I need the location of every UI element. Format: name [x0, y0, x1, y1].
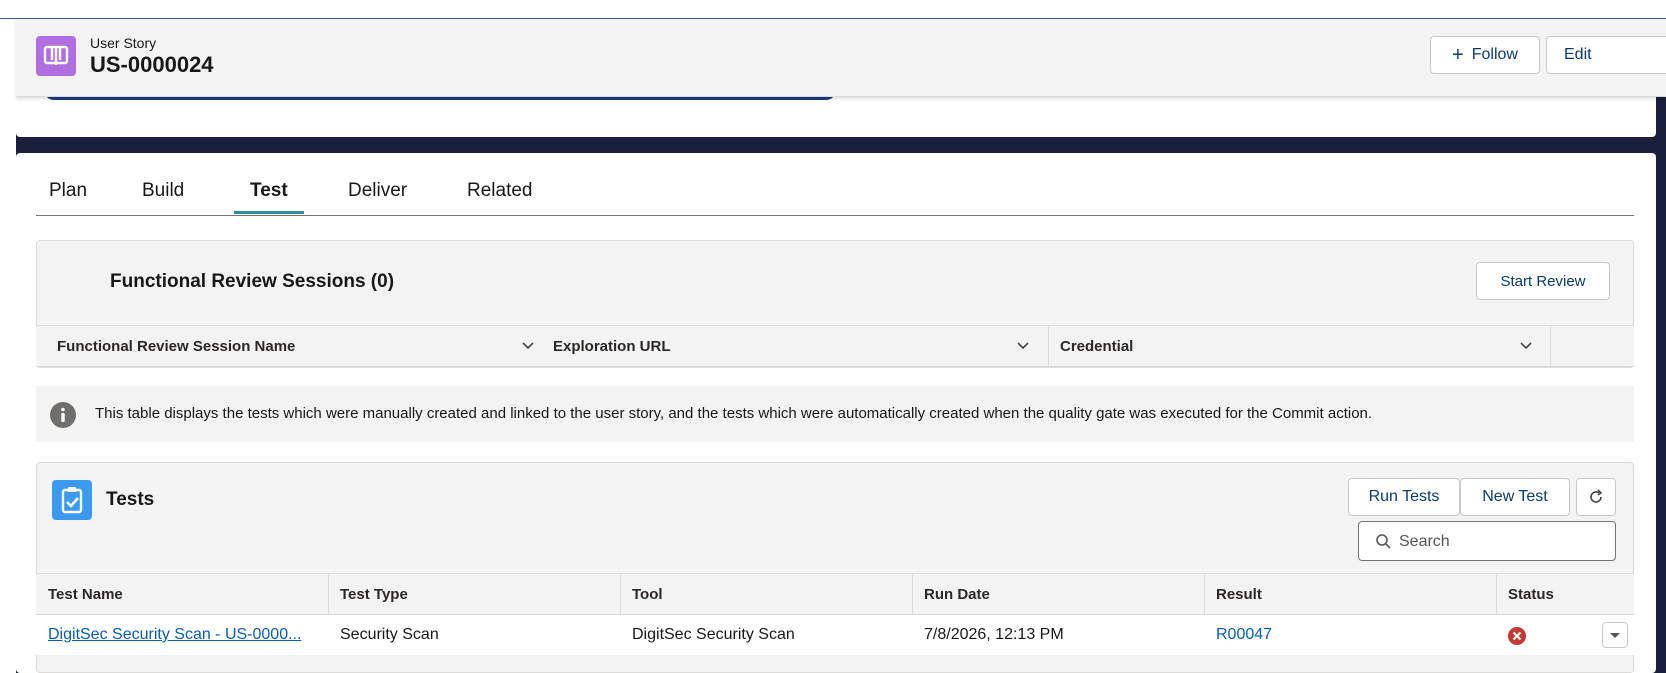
column-header-test-type[interactable]: Test Type [340, 574, 408, 614]
test-type-cell: Security Scan [340, 626, 439, 643]
clipboard-check-icon [52, 480, 92, 520]
info-banner: This table displays the tests which were… [36, 386, 1634, 442]
refresh-icon [1590, 489, 1603, 503]
start-review-button[interactable]: Start Review [1476, 262, 1610, 300]
follow-label: Follow [1471, 46, 1518, 63]
info-icon [50, 402, 76, 428]
chevron-down-icon [1610, 633, 1620, 638]
column-header-tool[interactable]: Tool [632, 574, 663, 614]
result-link[interactable]: R00047 [1216, 615, 1272, 655]
tests-title: Tests [106, 489, 155, 510]
tab-bar: Plan Build Test Deliver Related [36, 172, 1634, 216]
refresh-button[interactable] [1576, 478, 1616, 516]
chevron-down-icon[interactable] [1518, 338, 1534, 354]
plus-icon: + [1452, 43, 1464, 66]
search-placeholder: Search [1399, 533, 1450, 550]
table-row: DigitSec Security Scan - US-0000... Secu… [36, 615, 1634, 655]
error-icon [1508, 627, 1526, 645]
tab-test[interactable]: Test [250, 180, 288, 202]
search-icon [1376, 534, 1391, 549]
column-header-result[interactable]: Result [1216, 574, 1262, 614]
column-header-run-date[interactable]: Run Date [924, 574, 990, 614]
tests-table-header: Test Name Test Type Tool Run Date Result… [36, 573, 1634, 615]
row-actions-button[interactable] [1602, 622, 1628, 648]
record-title: US-0000024 [90, 52, 214, 77]
book-icon [36, 36, 76, 76]
run-tests-button[interactable]: Run Tests [1348, 478, 1460, 516]
object-type-label: User Story [90, 35, 157, 51]
column-header-test-name[interactable]: Test Name [48, 574, 123, 614]
info-text: This table displays the tests which were… [95, 405, 1373, 422]
active-tab-indicator [234, 211, 304, 214]
column-header-session-name[interactable]: Functional Review Session Name [57, 326, 295, 366]
tab-related[interactable]: Related [467, 180, 533, 202]
column-divider [1550, 326, 1551, 366]
test-name-link[interactable]: DigitSec Security Scan - US-0000... [48, 615, 301, 655]
column-header-status[interactable]: Status [1508, 574, 1554, 614]
review-sessions-title: Functional Review Sessions (0) [110, 271, 395, 292]
top-strip [0, 0, 1666, 19]
chevron-down-icon[interactable] [1015, 338, 1031, 354]
tab-build[interactable]: Build [142, 180, 184, 202]
column-divider [1496, 574, 1497, 614]
follow-button[interactable]: + Follow [1430, 36, 1540, 74]
chevron-down-icon[interactable] [520, 338, 536, 354]
column-divider [620, 574, 621, 614]
column-divider [1204, 574, 1205, 614]
tool-cell: DigitSec Security Scan [632, 626, 795, 643]
column-divider [1048, 326, 1049, 366]
column-header-exploration-url[interactable]: Exploration URL [553, 326, 671, 366]
search-input[interactable]: Search [1358, 521, 1616, 561]
edit-label: Edit [1564, 46, 1592, 63]
tab-deliver[interactable]: Deliver [348, 180, 407, 202]
column-header-credential[interactable]: Credential [1060, 326, 1133, 366]
tab-plan[interactable]: Plan [49, 180, 87, 202]
new-test-button[interactable]: New Test [1460, 478, 1570, 516]
review-sessions-header: Functional Review Session Name Explorati… [36, 325, 1634, 367]
column-divider [328, 574, 329, 614]
record-header [16, 19, 1666, 97]
column-divider [912, 574, 913, 614]
edit-button[interactable]: Edit [1546, 36, 1666, 74]
run-date-cell: 7/8/2026, 12:13 PM [924, 626, 1064, 643]
